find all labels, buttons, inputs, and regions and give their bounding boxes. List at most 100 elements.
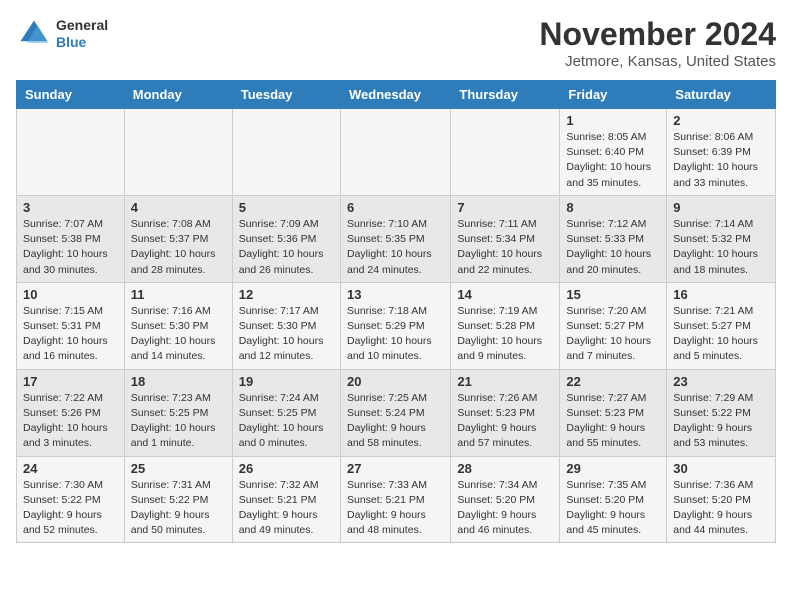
calendar-week-row: 1 Sunrise: 8:05 AM Sunset: 6:40 PM Daylig… — [17, 109, 776, 196]
day-number: 15 — [566, 287, 660, 302]
calendar-cell: 5 Sunrise: 7:09 AM Sunset: 5:36 PM Daylig… — [232, 195, 340, 282]
logo: General Blue — [16, 16, 108, 52]
weekday-header: Monday — [124, 81, 232, 109]
month-year-title: November 2024 — [539, 16, 776, 53]
day-number: 20 — [347, 374, 444, 389]
calendar-cell: 23 Sunrise: 7:29 AM Sunset: 5:22 PM Dayli… — [667, 369, 776, 456]
weekday-header: Sunday — [17, 81, 125, 109]
calendar-cell — [17, 109, 125, 196]
day-info: Sunrise: 7:29 AM Sunset: 5:22 PM Dayligh… — [673, 391, 769, 452]
page-header: General Blue November 2024 Jetmore, Kans… — [16, 16, 776, 70]
day-number: 19 — [239, 374, 334, 389]
day-info: Sunrise: 7:15 AM Sunset: 5:31 PM Dayligh… — [23, 304, 118, 365]
day-number: 12 — [239, 287, 334, 302]
weekday-header: Thursday — [451, 81, 560, 109]
calendar-cell: 17 Sunrise: 7:22 AM Sunset: 5:26 PM Dayli… — [17, 369, 125, 456]
day-info: Sunrise: 7:32 AM Sunset: 5:21 PM Dayligh… — [239, 478, 334, 539]
day-number: 16 — [673, 287, 769, 302]
calendar-cell — [340, 109, 450, 196]
weekday-header: Saturday — [667, 81, 776, 109]
day-number: 9 — [673, 200, 769, 215]
day-info: Sunrise: 7:17 AM Sunset: 5:30 PM Dayligh… — [239, 304, 334, 365]
day-number: 21 — [457, 374, 553, 389]
day-info: Sunrise: 7:25 AM Sunset: 5:24 PM Dayligh… — [347, 391, 444, 452]
day-number: 29 — [566, 461, 660, 476]
day-info: Sunrise: 7:33 AM Sunset: 5:21 PM Dayligh… — [347, 478, 444, 539]
day-info: Sunrise: 7:11 AM Sunset: 5:34 PM Dayligh… — [457, 217, 553, 278]
day-number: 17 — [23, 374, 118, 389]
calendar-week-row: 3 Sunrise: 7:07 AM Sunset: 5:38 PM Daylig… — [17, 195, 776, 282]
day-number: 28 — [457, 461, 553, 476]
calendar-cell: 27 Sunrise: 7:33 AM Sunset: 5:21 PM Dayli… — [340, 456, 450, 543]
calendar-cell: 10 Sunrise: 7:15 AM Sunset: 5:31 PM Dayli… — [17, 282, 125, 369]
day-info: Sunrise: 7:24 AM Sunset: 5:25 PM Dayligh… — [239, 391, 334, 452]
calendar-cell: 9 Sunrise: 7:14 AM Sunset: 5:32 PM Daylig… — [667, 195, 776, 282]
calendar-cell: 20 Sunrise: 7:25 AM Sunset: 5:24 PM Dayli… — [340, 369, 450, 456]
calendar-cell: 24 Sunrise: 7:30 AM Sunset: 5:22 PM Dayli… — [17, 456, 125, 543]
day-number: 18 — [131, 374, 226, 389]
calendar-cell: 3 Sunrise: 7:07 AM Sunset: 5:38 PM Daylig… — [17, 195, 125, 282]
title-block: November 2024 Jetmore, Kansas, United St… — [539, 16, 776, 70]
calendar-cell: 28Sunrise: 7:34 AM Sunset: 5:20 PM Dayli… — [451, 456, 560, 543]
calendar-cell: 8 Sunrise: 7:12 AM Sunset: 5:33 PM Daylig… — [560, 195, 667, 282]
calendar-header: SundayMondayTuesdayWednesdayThursdayFrid… — [17, 81, 776, 109]
day-info: Sunrise: 7:10 AM Sunset: 5:35 PM Dayligh… — [347, 217, 444, 278]
day-number: 22 — [566, 374, 660, 389]
day-info: Sunrise: 7:22 AM Sunset: 5:26 PM Dayligh… — [23, 391, 118, 452]
day-info: Sunrise: 7:16 AM Sunset: 5:30 PM Dayligh… — [131, 304, 226, 365]
calendar-cell: 30Sunrise: 7:36 AM Sunset: 5:20 PM Dayli… — [667, 456, 776, 543]
day-number: 11 — [131, 287, 226, 302]
day-number: 27 — [347, 461, 444, 476]
day-info: Sunrise: 7:21 AM Sunset: 5:27 PM Dayligh… — [673, 304, 769, 365]
day-info: Sunrise: 7:35 AM Sunset: 5:20 PM Dayligh… — [566, 478, 660, 539]
day-info: Sunrise: 7:09 AM Sunset: 5:36 PM Dayligh… — [239, 217, 334, 278]
calendar-cell: 11 Sunrise: 7:16 AM Sunset: 5:30 PM Dayli… — [124, 282, 232, 369]
day-number: 23 — [673, 374, 769, 389]
day-info: Sunrise: 8:05 AM Sunset: 6:40 PM Dayligh… — [566, 130, 660, 191]
day-number: 25 — [131, 461, 226, 476]
day-number: 26 — [239, 461, 334, 476]
calendar-cell: 16 Sunrise: 7:21 AM Sunset: 5:27 PM Dayli… — [667, 282, 776, 369]
calendar-cell — [232, 109, 340, 196]
day-info: Sunrise: 7:14 AM Sunset: 5:32 PM Dayligh… — [673, 217, 769, 278]
day-info: Sunrise: 7:30 AM Sunset: 5:22 PM Dayligh… — [23, 478, 118, 539]
calendar-cell: 12 Sunrise: 7:17 AM Sunset: 5:30 PM Dayli… — [232, 282, 340, 369]
day-info: Sunrise: 7:19 AM Sunset: 5:28 PM Dayligh… — [457, 304, 553, 365]
calendar-cell: 15 Sunrise: 7:20 AM Sunset: 5:27 PM Dayli… — [560, 282, 667, 369]
calendar-cell: 26 Sunrise: 7:32 AM Sunset: 5:21 PM Dayli… — [232, 456, 340, 543]
calendar-cell: 29 Sunrise: 7:35 AM Sunset: 5:20 PM Dayli… — [560, 456, 667, 543]
day-number: 10 — [23, 287, 118, 302]
day-number: 3 — [23, 200, 118, 215]
day-number: 13 — [347, 287, 444, 302]
calendar-cell: 13 Sunrise: 7:18 AM Sunset: 5:29 PM Dayli… — [340, 282, 450, 369]
calendar-cell — [451, 109, 560, 196]
calendar-table: SundayMondayTuesdayWednesdayThursdayFrid… — [16, 80, 776, 543]
day-info: Sunrise: 7:08 AM Sunset: 5:37 PM Dayligh… — [131, 217, 226, 278]
calendar-cell: 2Sunrise: 8:06 AM Sunset: 6:39 PM Daylig… — [667, 109, 776, 196]
calendar-cell: 22Sunrise: 7:27 AM Sunset: 5:23 PM Dayli… — [560, 369, 667, 456]
day-number: 1 — [566, 113, 660, 128]
day-info: Sunrise: 7:31 AM Sunset: 5:22 PM Dayligh… — [131, 478, 226, 539]
day-info: Sunrise: 7:12 AM Sunset: 5:33 PM Dayligh… — [566, 217, 660, 278]
day-info: Sunrise: 7:23 AM Sunset: 5:25 PM Dayligh… — [131, 391, 226, 452]
logo-line2: Blue — [56, 34, 108, 51]
day-number: 2 — [673, 113, 769, 128]
day-info: Sunrise: 7:26 AM Sunset: 5:23 PM Dayligh… — [457, 391, 553, 452]
weekday-header: Friday — [560, 81, 667, 109]
day-info: Sunrise: 7:20 AM Sunset: 5:27 PM Dayligh… — [566, 304, 660, 365]
calendar-body: 1 Sunrise: 8:05 AM Sunset: 6:40 PM Daylig… — [17, 109, 776, 543]
calendar-cell: 1 Sunrise: 8:05 AM Sunset: 6:40 PM Daylig… — [560, 109, 667, 196]
day-info: Sunrise: 7:07 AM Sunset: 5:38 PM Dayligh… — [23, 217, 118, 278]
day-number: 7 — [457, 200, 553, 215]
location-subtitle: Jetmore, Kansas, United States — [539, 53, 776, 70]
day-info: Sunrise: 7:18 AM Sunset: 5:29 PM Dayligh… — [347, 304, 444, 365]
calendar-week-row: 10 Sunrise: 7:15 AM Sunset: 5:31 PM Dayli… — [17, 282, 776, 369]
calendar-cell: 18 Sunrise: 7:23 AM Sunset: 5:25 PM Dayli… — [124, 369, 232, 456]
header-row: SundayMondayTuesdayWednesdayThursdayFrid… — [17, 81, 776, 109]
day-number: 24 — [23, 461, 118, 476]
day-number: 8 — [566, 200, 660, 215]
day-number: 5 — [239, 200, 334, 215]
day-number: 14 — [457, 287, 553, 302]
calendar-week-row: 17 Sunrise: 7:22 AM Sunset: 5:26 PM Dayli… — [17, 369, 776, 456]
calendar-cell: 6Sunrise: 7:10 AM Sunset: 5:35 PM Daylig… — [340, 195, 450, 282]
